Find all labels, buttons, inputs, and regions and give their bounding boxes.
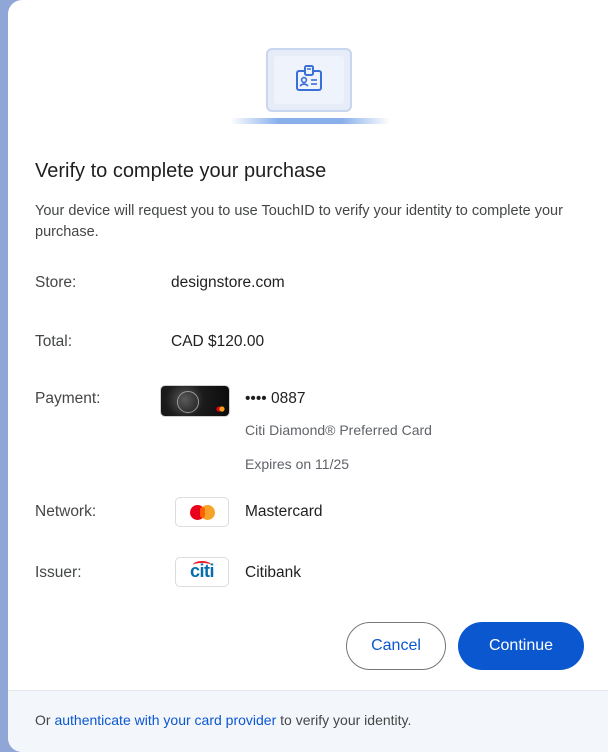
network-label: Network:	[35, 503, 97, 520]
dialog-footer: Or authenticate with your card provider …	[8, 690, 608, 752]
citi-logo: citi	[175, 557, 229, 587]
card-image	[161, 386, 229, 416]
cancel-button[interactable]: Cancel	[346, 622, 446, 670]
total-label: Total:	[35, 333, 73, 350]
continue-button[interactable]: Continue	[458, 622, 584, 670]
store-label: Store:	[35, 274, 77, 291]
issuer-label: Issuer:	[35, 564, 82, 581]
payment-label: Payment:	[35, 390, 101, 407]
id-badge-icon	[296, 65, 322, 91]
laptop-base	[230, 118, 390, 124]
issuer-value: Citibank	[245, 564, 301, 581]
card-emblem	[177, 391, 199, 413]
dialog-description: Your device will request you to use Touc…	[35, 203, 563, 240]
mastercard-logo	[175, 497, 229, 527]
authenticate-card-provider-link[interactable]: authenticate with your card provider	[54, 712, 276, 728]
total-value: CAD $120.00	[171, 333, 265, 350]
card-expiry: Expires on 11/25	[245, 456, 350, 472]
hero-illustration	[8, 0, 608, 140]
card-name: Citi Diamond® Preferred Card	[245, 422, 432, 438]
verify-purchase-dialog: Verify to complete your purchase Your de…	[8, 0, 608, 752]
footer-text: Or authenticate with your card provider …	[35, 712, 412, 728]
dialog-title: Verify to complete your purchase	[35, 160, 327, 182]
card-mastercard-mark	[216, 406, 225, 412]
store-value: designstore.com	[171, 274, 285, 291]
network-value: Mastercard	[245, 503, 323, 520]
card-masked-number: •••• 0887	[245, 390, 306, 407]
citi-logo-text: citi	[189, 561, 215, 581]
